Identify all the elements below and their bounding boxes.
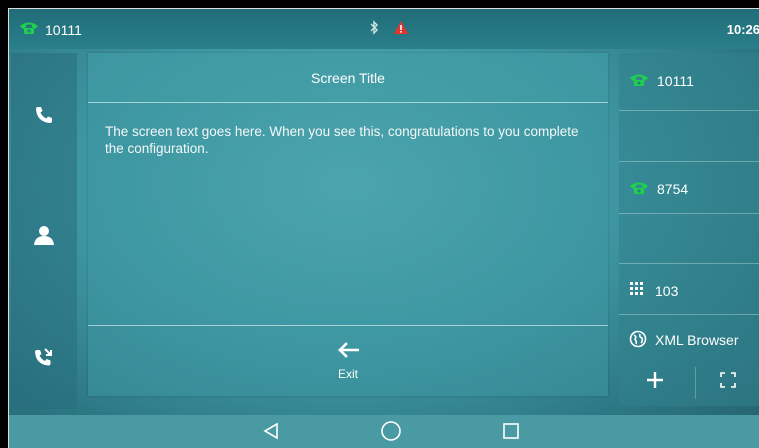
status-line: 10111 (19, 21, 82, 38)
sidebar (11, 53, 77, 409)
phone-screen: 10111 10:26 Screen Title The screen text… (8, 8, 759, 448)
call-history-icon (33, 347, 55, 372)
line-key-label: 8754 (657, 181, 689, 197)
page-title: Screen Title (88, 53, 608, 103)
expand-button[interactable] (692, 359, 759, 406)
divider (619, 213, 759, 214)
status-time: 10:26 (726, 22, 759, 37)
bluetooth-icon (369, 20, 379, 40)
sidebar-item-call-history[interactable] (11, 329, 77, 389)
line-key-label: XML Browser (655, 332, 739, 348)
status-bar: 10111 10:26 (9, 9, 759, 49)
divider (619, 161, 759, 162)
home-button[interactable] (380, 420, 402, 447)
home-icon (380, 420, 402, 447)
phone-icon (19, 21, 39, 38)
line-key-10111[interactable]: 10111 (619, 56, 759, 106)
exit-label: Exit (337, 366, 358, 381)
dialpad-icon (629, 281, 647, 302)
phone-icon (629, 181, 649, 198)
recent-apps-button[interactable] (500, 422, 522, 444)
sidebar-item-phone[interactable] (11, 87, 77, 147)
status-line-number: 10111 (45, 21, 82, 38)
arrow-left-icon (337, 341, 360, 363)
contact-icon (33, 225, 55, 250)
exit-button[interactable]: Exit (88, 325, 608, 396)
add-button[interactable] (619, 359, 692, 406)
sidebar-item-contacts[interactable] (11, 207, 77, 267)
navigation-bar (9, 415, 759, 448)
line-key-103[interactable]: 103 (619, 266, 759, 316)
globe-icon (629, 330, 647, 351)
screen-text: The screen text goes here. When you see … (105, 124, 579, 156)
xml-browser-key[interactable]: XML Browser (619, 315, 759, 365)
line-keys-panel: 10111 8754 103 XML Browser (619, 53, 759, 406)
alert-icon (393, 20, 409, 40)
back-icon (262, 422, 280, 445)
status-icons (369, 20, 409, 40)
line-key-label: 103 (655, 283, 679, 299)
phone-icon (34, 105, 54, 130)
line-key-label: 10111 (657, 73, 694, 89)
recent-apps-icon (502, 422, 520, 445)
back-button[interactable] (260, 422, 282, 444)
expand-icon (719, 372, 736, 393)
divider (619, 110, 759, 111)
divider (619, 263, 759, 264)
plus-icon (646, 371, 664, 394)
message-panel: Screen Title The screen text goes here. … (88, 53, 608, 396)
phone-icon (629, 73, 649, 90)
line-key-8754[interactable]: 8754 (619, 164, 759, 214)
panel-actions (619, 359, 759, 406)
